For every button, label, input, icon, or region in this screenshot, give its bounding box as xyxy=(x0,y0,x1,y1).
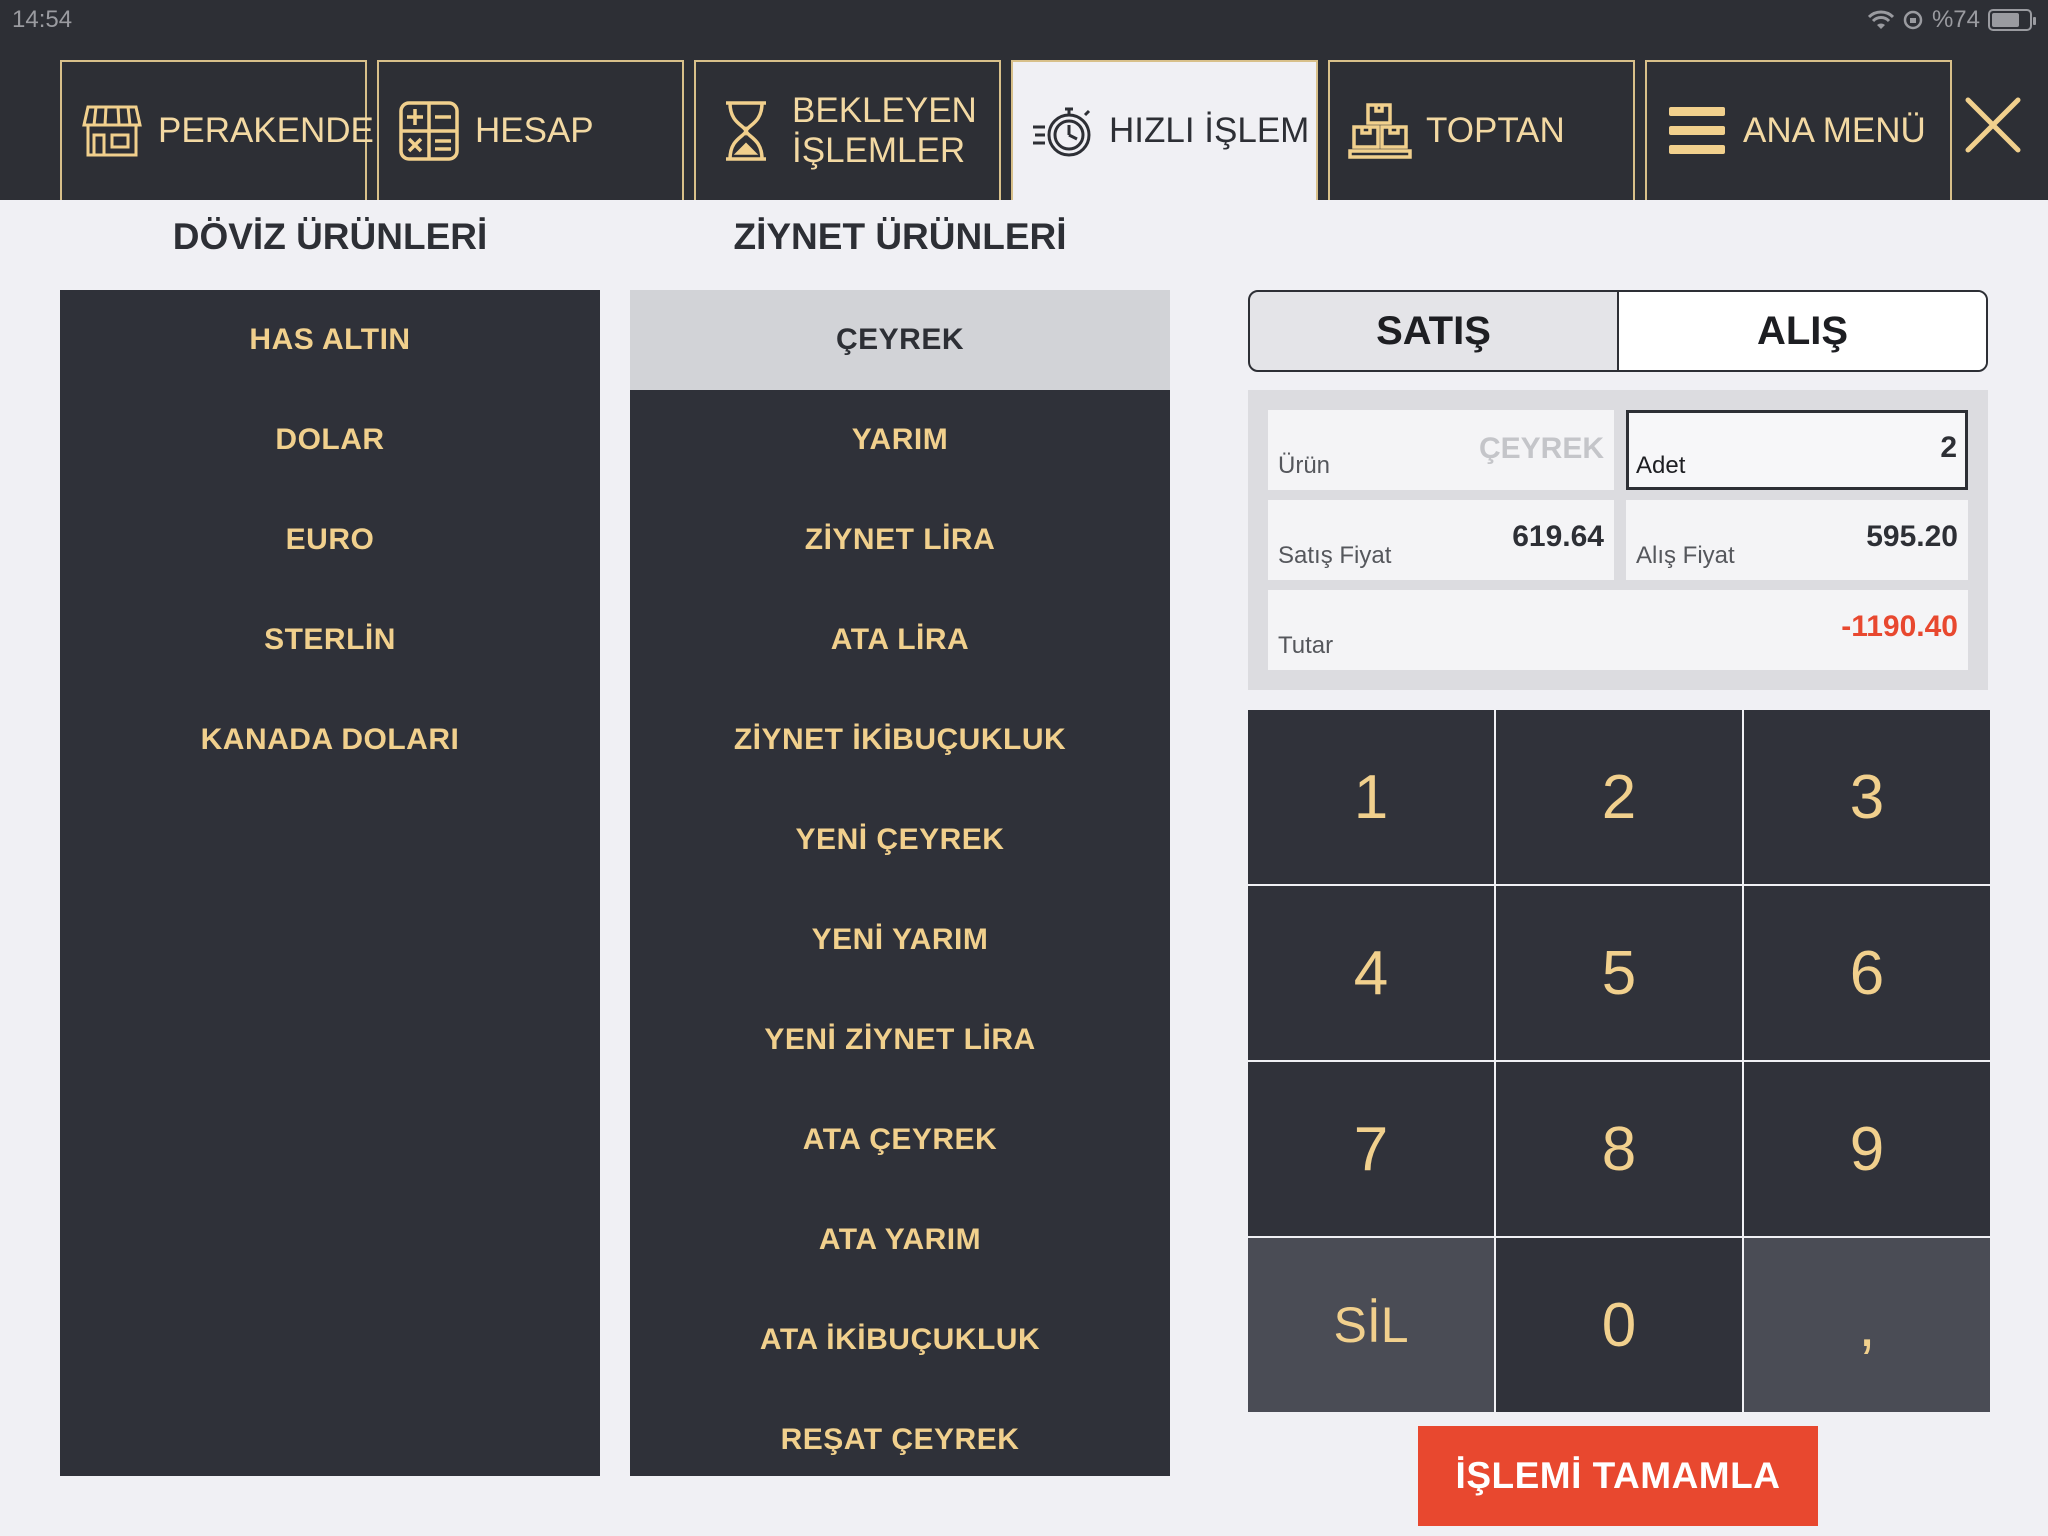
ziynet-product-item[interactable]: ZİYNET İKİBUÇUKLUK xyxy=(630,690,1170,790)
digit-key-0[interactable]: 0 xyxy=(1496,1238,1742,1412)
hourglass-icon xyxy=(726,101,766,161)
tab-toptan[interactable]: TOPTAN xyxy=(1328,60,1635,200)
tutar-field: Tutar -1190.40 xyxy=(1268,590,1968,670)
tab-bekleyen-islemler[interactable]: BEKLEYEN İŞLEMLER xyxy=(694,60,1001,200)
tab-perakende[interactable]: PERAKENDE xyxy=(60,60,374,200)
numeric-keypad: 1 2 3 4 5 6 7 8 9 SİL 0, xyxy=(1248,710,1990,1412)
digit-key-3[interactable]: 3 xyxy=(1744,710,1990,884)
ziynet-product-item[interactable]: ATA LİRA xyxy=(630,590,1170,690)
tab-hizli-islem[interactable]: HIZLI İŞLEM xyxy=(1011,60,1318,200)
complete-transaction-button[interactable]: İŞLEMİ TAMAMLA xyxy=(1418,1426,1818,1526)
ziynet-title: ZİYNET ÜRÜNLERİ xyxy=(733,216,1067,257)
tab-label-line: HESAP xyxy=(475,111,594,150)
tutar-value: -1190.40 xyxy=(1841,610,1958,643)
ziynet-product-item[interactable]: ATA YARIM xyxy=(630,1190,1170,1290)
doviz-title: DÖVİZ ÜRÜNLERİ xyxy=(172,216,488,257)
adet-label: Adet xyxy=(1636,452,1686,479)
tab-hesap[interactable]: HESAP xyxy=(377,60,684,200)
ziynet-product-list: ÇEYREK YARIM ZİYNET LİRA ATA LİRA ZİYNET İKİ… xyxy=(630,290,1170,1476)
ziynet-product-item[interactable]: YENİ YARIM xyxy=(630,890,1170,990)
digit-key-2[interactable]: 2 xyxy=(1496,710,1742,884)
comma-key[interactable]: , xyxy=(1744,1238,1990,1412)
digit-key-6[interactable]: 6 xyxy=(1744,886,1990,1060)
tab-bekleyen-islemler-label: BEKLEYEN İŞLEMLER xyxy=(792,91,977,171)
satis-fiyat-value: 619.64 xyxy=(1512,520,1604,553)
transaction-type-segment: SATIŞ ALIŞ xyxy=(1248,290,1988,372)
transaction-info-panel: Ürün ÇEYREK Adet 2 Satış Fiyat 619.64 Al… xyxy=(1248,390,1988,690)
wifi-icon xyxy=(1867,10,1894,29)
digit-key-5[interactable]: 5 xyxy=(1496,886,1742,1060)
ziynet-product-item[interactable]: ÇEYREK xyxy=(630,290,1170,390)
alis-button[interactable]: ALIŞ xyxy=(1617,292,1986,370)
tab-perakende-label: PERAKENDE xyxy=(158,111,374,151)
urun-label: Ürün xyxy=(1278,452,1331,479)
doviz-product-item[interactable]: DOLAR xyxy=(60,390,600,490)
adet-value: 2 xyxy=(1940,431,1957,464)
tab-label-line: PERAKENDE xyxy=(158,111,374,150)
doviz-product-list: HAS ALTIN DOLAR EURO STERLİN KANADA DOLARI xyxy=(60,290,600,1476)
delete-key[interactable]: SİL xyxy=(1248,1238,1494,1412)
tab-label-line: TOPTAN xyxy=(1426,111,1565,150)
battery-percent: %74 xyxy=(1931,6,1980,33)
alis-fiyat-field: Alış Fiyat 595.20 xyxy=(1626,500,1968,580)
doviz-product-item[interactable]: EURO xyxy=(60,490,600,590)
battery-icon xyxy=(1988,9,2036,31)
store-icon xyxy=(82,105,142,157)
ziynet-product-item[interactable]: YENİ ZİYNET LİRA xyxy=(630,990,1170,1090)
tab-label-line: BEKLEYEN xyxy=(792,91,977,130)
status-time: 14:54 xyxy=(12,6,73,33)
urun-field: Ürün ÇEYREK xyxy=(1268,410,1614,490)
digit-key-1[interactable]: 1 xyxy=(1248,710,1494,884)
close-icon[interactable] xyxy=(1960,92,2026,158)
tab-ana-menu[interactable]: ANA MENÜ xyxy=(1645,60,1952,200)
tab-label-line: İŞLEMLER xyxy=(792,131,966,170)
stopwatch-icon xyxy=(1033,107,1091,157)
satis-button[interactable]: SATIŞ xyxy=(1250,292,1617,370)
ziynet-product-item[interactable]: ATA İKİBUÇUKLUK xyxy=(630,1290,1170,1390)
ziynet-product-item[interactable]: YENİ ÇEYREK xyxy=(630,790,1170,890)
tab-toptan-label: TOPTAN xyxy=(1426,111,1565,151)
digit-key-8[interactable]: 8 xyxy=(1496,1062,1742,1236)
ziynet-product-item[interactable]: REŞAT ÇEYREK xyxy=(630,1390,1170,1490)
tab-hesap-label: HESAP xyxy=(475,111,594,151)
tab-label-line: HIZLI İŞLEM xyxy=(1109,111,1310,150)
doviz-product-item[interactable]: KANADA DOLARI xyxy=(60,690,600,790)
doviz-product-item[interactable]: STERLİN xyxy=(60,590,600,690)
satis-fiyat-field: Satış Fiyat 619.64 xyxy=(1268,500,1614,580)
doviz-product-item[interactable]: HAS ALTIN xyxy=(60,290,600,390)
urun-value: ÇEYREK xyxy=(1478,432,1604,465)
digit-key-7[interactable]: 7 xyxy=(1248,1062,1494,1236)
satis-fiyat-label: Satış Fiyat xyxy=(1278,542,1392,569)
digit-key-4[interactable]: 4 xyxy=(1248,886,1494,1060)
calculator-icon xyxy=(399,101,459,161)
tab-hizli-islem-label: HIZLI İŞLEM xyxy=(1109,111,1309,151)
top-bar: 14:54 %74 PERAKENDE HESAP BEKLEYEN İŞLEM… xyxy=(0,0,2048,200)
tutar-label: Tutar xyxy=(1278,632,1334,659)
ziynet-product-item[interactable]: ATA ÇEYREK xyxy=(630,1090,1170,1190)
alis-fiyat-value: 595.20 xyxy=(1866,520,1958,553)
ziynet-product-item[interactable]: YARIM xyxy=(630,390,1170,490)
adet-field[interactable]: Adet 2 xyxy=(1626,410,1968,490)
tab-ana-menu-label: ANA MENÜ xyxy=(1743,111,1926,151)
boxes-icon xyxy=(1348,103,1412,159)
status-indicators: %74 xyxy=(1867,6,2036,34)
ziynet-product-item[interactable]: ZİYNET LİRA xyxy=(630,490,1170,590)
digit-key-9[interactable]: 9 xyxy=(1744,1062,1990,1236)
menu-icon xyxy=(1669,107,1725,154)
orientation-lock-icon xyxy=(1903,10,1923,30)
alis-fiyat-label: Alış Fiyat xyxy=(1636,542,1735,569)
tab-label-line: ANA MENÜ xyxy=(1743,111,1926,150)
